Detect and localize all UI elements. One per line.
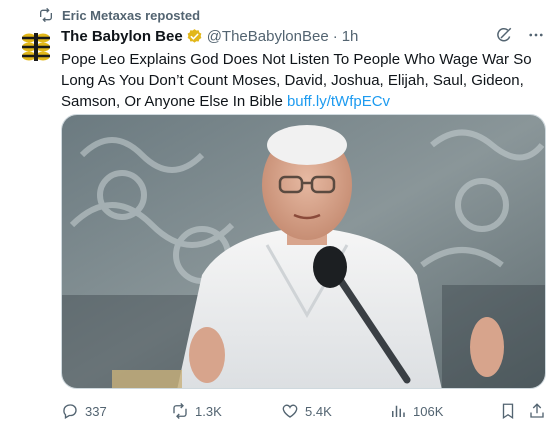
repost-button[interactable]: 1.3K (171, 401, 222, 421)
separator-dot: · (332, 27, 338, 45)
tweet-link[interactable]: buff.ly/tWfpECv (287, 93, 390, 110)
heart-icon (282, 404, 298, 418)
like-count: 5.4K (305, 403, 332, 419)
tweet-image[interactable] (61, 114, 546, 389)
more-options-icon[interactable] (527, 26, 545, 44)
repost-icon (38, 7, 54, 23)
bookmark-icon (502, 403, 514, 420)
tweet-action-bar: 337 1.3K 5.4K 106K (61, 401, 546, 421)
view-count: 106K (413, 403, 444, 419)
verified-badge-icon[interactable] (186, 28, 203, 45)
avatar[interactable] (17, 28, 55, 66)
repost-count: 1.3K (195, 403, 222, 419)
bookmark-button[interactable] (499, 401, 517, 421)
views-button[interactable]: 106K (389, 401, 443, 421)
reply-count: 337 (85, 403, 107, 419)
tweet-top-actions (495, 26, 545, 44)
pope-photo-icon (62, 115, 545, 388)
author-handle[interactable]: @TheBabylonBee (207, 28, 329, 45)
reply-button[interactable]: 337 (61, 401, 107, 421)
timestamp[interactable]: 1h (342, 28, 359, 45)
author-name[interactable]: The Babylon Bee (61, 28, 183, 45)
repost-header[interactable]: Eric Metaxas reposted (38, 7, 200, 23)
grok-icon[interactable] (495, 26, 513, 44)
reply-icon (63, 404, 77, 419)
babylon-bee-logo-icon (22, 33, 50, 61)
repost-label[interactable]: Eric Metaxas reposted (62, 8, 200, 23)
like-button[interactable]: 5.4K (281, 401, 332, 421)
share-icon (530, 403, 544, 418)
repost-icon (173, 403, 187, 419)
views-icon (392, 405, 405, 417)
tweet-text: Pope Leo Explains God Does Not Listen To… (61, 49, 551, 112)
tweet-header: The Babylon Bee @TheBabylonBee · 1h (61, 26, 358, 46)
share-button[interactable] (528, 401, 546, 421)
